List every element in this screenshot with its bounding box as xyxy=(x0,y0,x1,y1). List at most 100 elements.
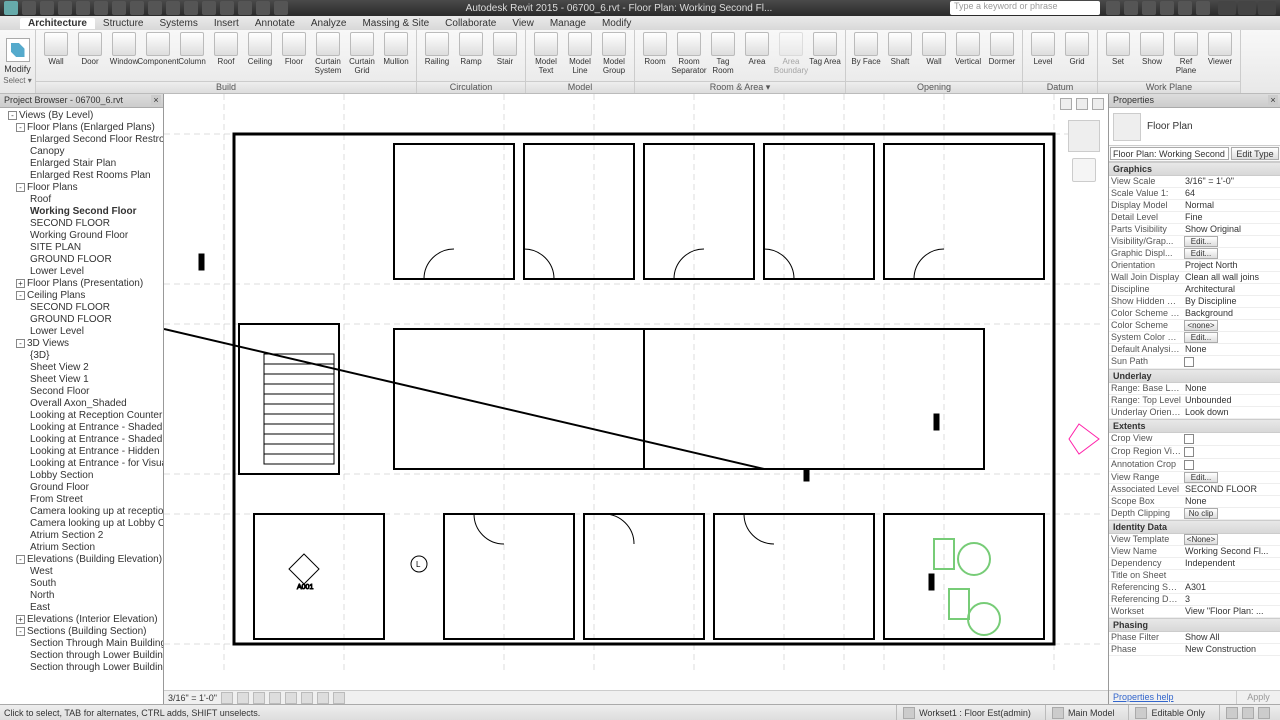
tree-item[interactable]: -3D Views xyxy=(0,338,163,350)
prop-section-phasing[interactable]: Phasing xyxy=(1109,618,1280,632)
tree-item[interactable]: Lobby Section xyxy=(0,470,163,482)
close-button[interactable] xyxy=(1258,1,1276,15)
status-workset[interactable]: Workset1 : Floor Est(admin) xyxy=(896,705,1037,720)
tree-item[interactable]: Sheet View 2 xyxy=(0,362,163,374)
view-scale[interactable]: 3/16" = 1'-0" xyxy=(168,693,217,703)
shadows-icon[interactable] xyxy=(269,692,281,704)
prop-value[interactable]: View "Floor Plan: ... xyxy=(1183,606,1280,617)
tree-item[interactable]: GROUND FLOOR xyxy=(0,314,163,326)
ribbon-tag-area-button[interactable]: Tag Area xyxy=(809,32,841,66)
prop-checkbox[interactable] xyxy=(1184,447,1194,457)
tab-structure[interactable]: Structure xyxy=(95,18,152,29)
properties-apply-button[interactable]: Apply xyxy=(1236,691,1280,704)
ribbon-show-button[interactable]: Show xyxy=(1136,32,1168,66)
project-browser-tree[interactable]: -Views (By Level) -Floor Plans (Enlarged… xyxy=(0,108,163,704)
properties-help-link[interactable]: Properties help xyxy=(1109,691,1236,704)
subscription-icon[interactable] xyxy=(1124,1,1138,15)
select-label[interactable]: Select ▾ xyxy=(3,76,31,85)
nav-wheel-icon[interactable] xyxy=(1072,158,1096,182)
ribbon-curtain-grid-button[interactable]: Curtain Grid xyxy=(346,32,378,75)
properties-body[interactable]: GraphicsView Scale3/16" = 1'-0"Scale Val… xyxy=(1109,162,1280,690)
hide-isolate-icon[interactable] xyxy=(317,692,329,704)
tab-manage[interactable]: Manage xyxy=(542,18,594,29)
tree-item[interactable]: -Ceiling Plans xyxy=(0,290,163,302)
tree-item[interactable]: Section Through Main Building xyxy=(0,638,163,650)
ribbon-wall-button[interactable]: Wall xyxy=(918,32,950,66)
tree-item[interactable]: Lower Level xyxy=(0,326,163,338)
prop-value[interactable]: 3/16" = 1'-0" xyxy=(1183,176,1280,187)
ribbon-door-button[interactable]: Door xyxy=(74,32,106,66)
minimize-button[interactable] xyxy=(1218,1,1236,15)
reveal-hidden-icon[interactable] xyxy=(333,692,345,704)
qat-dim-icon[interactable] xyxy=(148,1,162,15)
tree-item[interactable]: Working Second Floor xyxy=(0,206,163,218)
prop-value[interactable]: Clean all wall joins xyxy=(1183,272,1280,283)
tree-item[interactable]: North xyxy=(0,590,163,602)
qat-3d-icon[interactable] xyxy=(202,1,216,15)
prop-section-identity-data[interactable]: Identity Data xyxy=(1109,520,1280,534)
prop-section-underlay[interactable]: Underlay xyxy=(1109,369,1280,383)
viewcube[interactable] xyxy=(1068,120,1100,152)
tree-item[interactable]: SITE PLAN xyxy=(0,242,163,254)
filter-icon[interactable] xyxy=(1226,707,1238,719)
prop-value[interactable]: Fine xyxy=(1183,212,1280,223)
sun-path-icon[interactable] xyxy=(253,692,265,704)
view-min-icon[interactable] xyxy=(1060,98,1072,110)
tab-annotate[interactable]: Annotate xyxy=(247,18,303,29)
ribbon-model-line-button[interactable]: Model Line xyxy=(564,32,596,75)
prop-value[interactable]: Show Original xyxy=(1183,224,1280,235)
tree-item[interactable]: -Sections (Building Section) xyxy=(0,626,163,638)
prop-value[interactable]: SECOND FLOOR xyxy=(1183,484,1280,495)
tree-item[interactable]: SECOND FLOOR xyxy=(0,302,163,314)
tree-item[interactable]: Overall Axon_Shaded xyxy=(0,398,163,410)
ribbon-vertical-button[interactable]: Vertical xyxy=(952,32,984,66)
tree-item[interactable]: {3D} xyxy=(0,350,163,362)
prop-value[interactable]: 3 xyxy=(1183,594,1280,605)
tree-item[interactable]: -Floor Plans (Enlarged Plans) xyxy=(0,122,163,134)
prop-edit-button[interactable]: Edit... xyxy=(1184,472,1218,483)
tree-item[interactable]: GROUND FLOOR xyxy=(0,254,163,266)
prop-section-graphics[interactable]: Graphics xyxy=(1109,162,1280,176)
ribbon-grid-button[interactable]: Grid xyxy=(1061,32,1093,66)
qat-close-icon[interactable] xyxy=(256,1,270,15)
tree-item[interactable]: Enlarged Stair Plan xyxy=(0,158,163,170)
prop-value[interactable]: None xyxy=(1183,344,1280,355)
qat-redo-icon[interactable] xyxy=(76,1,90,15)
maximize-button[interactable] xyxy=(1238,1,1256,15)
ribbon-ceiling-button[interactable]: Ceiling xyxy=(244,32,276,66)
tree-item[interactable]: Canopy xyxy=(0,146,163,158)
tree-item[interactable]: South xyxy=(0,578,163,590)
tree-item[interactable]: Working Ground Floor xyxy=(0,230,163,242)
detail-level-icon[interactable] xyxy=(221,692,233,704)
prop-value[interactable]: Architectural xyxy=(1183,284,1280,295)
prop-value[interactable]: Working Second Fl... xyxy=(1183,546,1280,557)
tree-item[interactable]: Looking at Entrance - for Visua xyxy=(0,458,163,470)
prop-value[interactable]: Background xyxy=(1183,308,1280,319)
search-icon[interactable] xyxy=(1106,1,1120,15)
tree-item[interactable]: Camera looking up at Lobby Ce xyxy=(0,518,163,530)
qat-section-icon[interactable] xyxy=(220,1,234,15)
qat-tag-icon[interactable] xyxy=(166,1,180,15)
ribbon-room-button[interactable]: Room xyxy=(639,32,671,66)
properties-close-icon[interactable]: × xyxy=(1268,95,1278,105)
help-icon[interactable] xyxy=(1196,1,1210,15)
ribbon-stair-button[interactable]: Stair xyxy=(489,32,521,66)
app-logo-icon[interactable] xyxy=(4,1,18,15)
prop-edit-button[interactable]: Edit... xyxy=(1184,248,1218,259)
prop-value[interactable]: By Discipline xyxy=(1183,296,1280,307)
tab-analyze[interactable]: Analyze xyxy=(303,18,355,29)
crop-view-icon[interactable] xyxy=(285,692,297,704)
ribbon-ref-plane-button[interactable]: Ref Plane xyxy=(1170,32,1202,75)
tree-item[interactable]: SECOND FLOOR xyxy=(0,218,163,230)
ribbon-roof-button[interactable]: Roof xyxy=(210,32,242,66)
tree-item[interactable]: +Floor Plans (Presentation) xyxy=(0,278,163,290)
tree-item[interactable]: West xyxy=(0,566,163,578)
project-browser-close-icon[interactable]: × xyxy=(151,95,161,105)
prop-edit-button[interactable]: <none> xyxy=(1184,320,1218,331)
tab-architecture[interactable]: Architecture xyxy=(20,18,95,29)
ribbon-model-text-button[interactable]: Model Text xyxy=(530,32,562,75)
prop-value[interactable]: Unbounded xyxy=(1183,395,1280,406)
qat-undo-icon[interactable] xyxy=(58,1,72,15)
visual-style-icon[interactable] xyxy=(237,692,249,704)
prop-edit-button[interactable]: <None> xyxy=(1184,534,1218,545)
